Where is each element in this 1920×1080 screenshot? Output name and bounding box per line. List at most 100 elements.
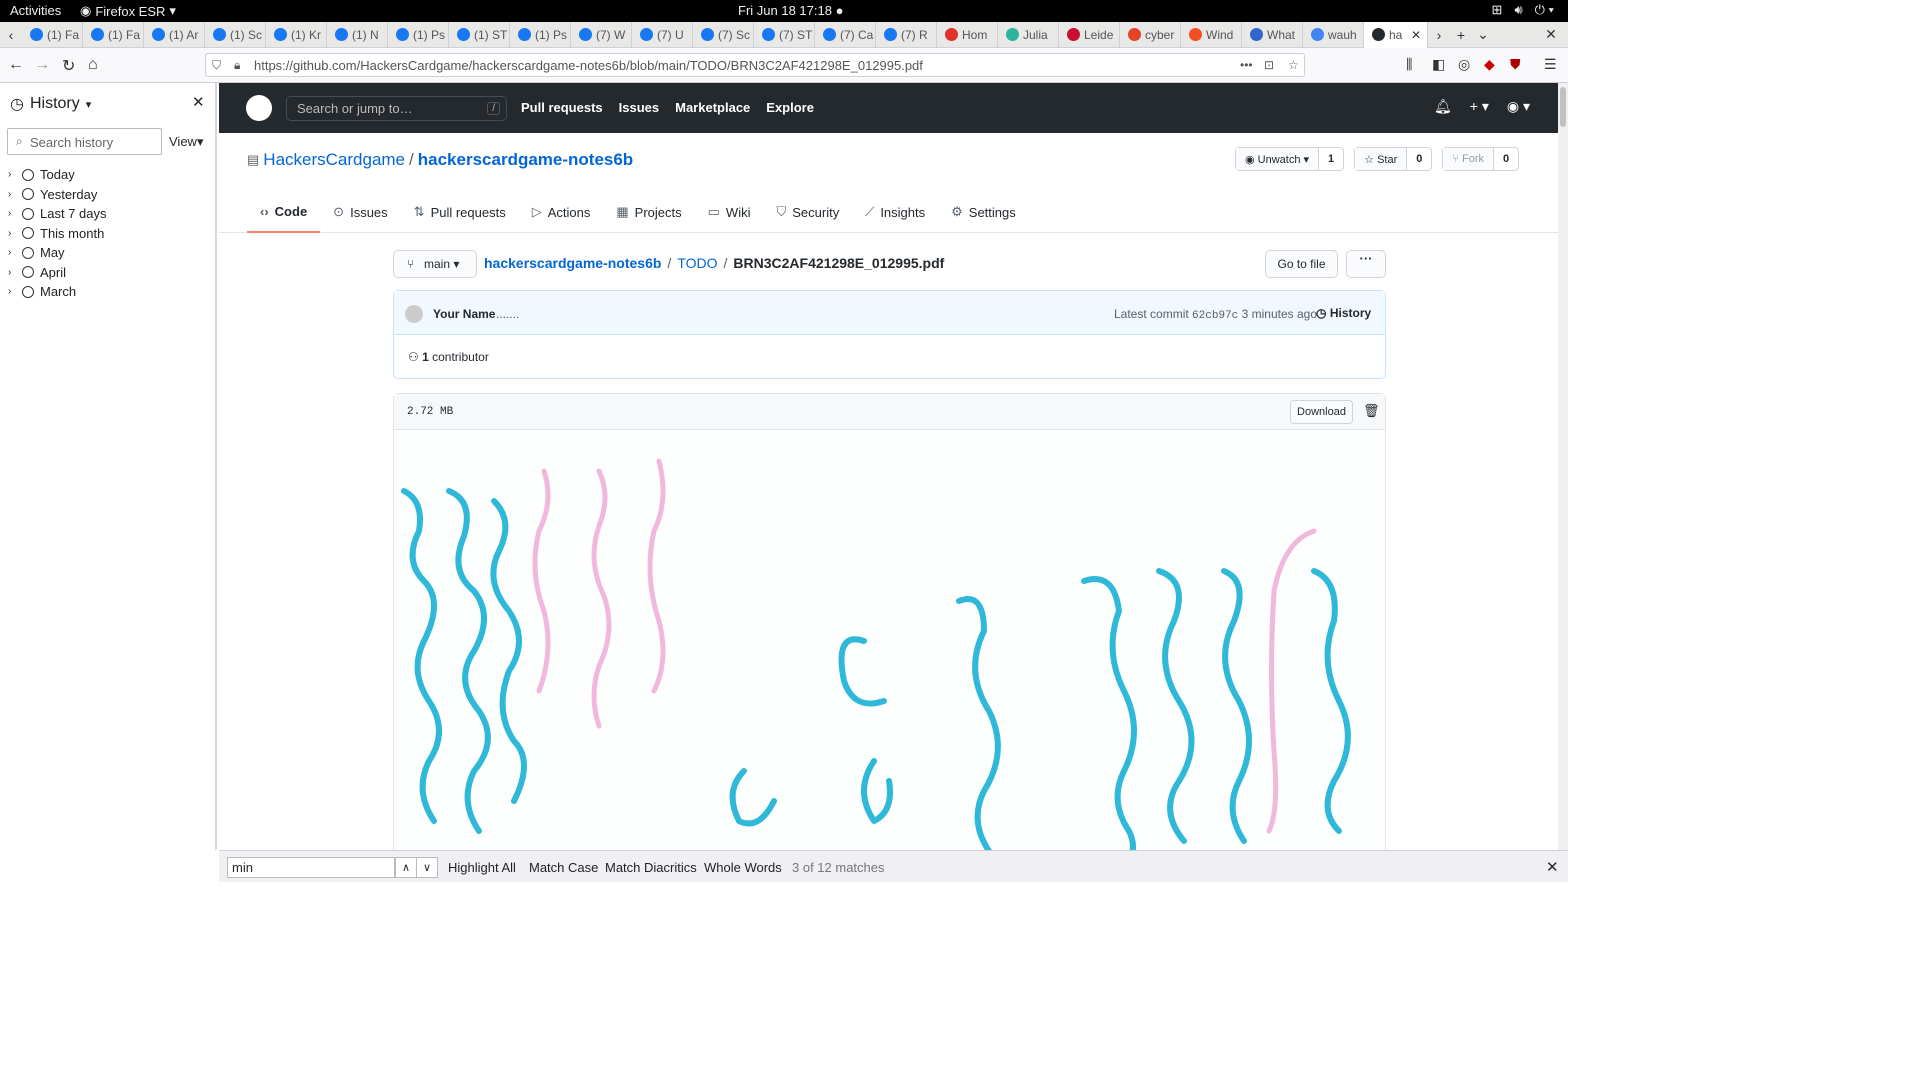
scrollbar-thumb[interactable] (1560, 87, 1566, 127)
download-button[interactable]: Download (1290, 400, 1353, 424)
clock[interactable]: Fri Jun 18 17:18 ● (738, 3, 843, 18)
tab-settings[interactable]: ⚙ Settings (938, 191, 1029, 233)
browser-tab[interactable]: (7) R (876, 21, 937, 48)
history-group-item[interactable]: › This month (8, 224, 107, 244)
window-close-button[interactable]: ✕ (1540, 22, 1562, 48)
browser-tab[interactable]: Julia (998, 21, 1059, 48)
ublock-icon[interactable]: ⛊ (1510, 56, 1521, 73)
extension-icon[interactable]: ◆ (1484, 56, 1495, 73)
new-tab-button[interactable]: + (1450, 22, 1472, 48)
tab-projects[interactable]: ▦ Projects (603, 191, 694, 233)
browser-tab[interactable]: Wind (1181, 21, 1242, 48)
github-nav-link[interactable]: Pull requests (521, 100, 603, 115)
forward-button[interactable]: → (34, 56, 50, 74)
view-menu-button[interactable]: View▾ (169, 134, 203, 150)
watch-button[interactable]: ◉ Unwatch ▾ 1 (1235, 147, 1345, 171)
browser-tab[interactable]: (1) Kr (266, 21, 327, 48)
browser-tab[interactable]: (7) Ca (815, 21, 876, 48)
sidebar-switcher[interactable]: ◷ History ▾ (10, 94, 91, 114)
repo-name-link[interactable]: hackerscardgame-notes6b (418, 150, 633, 170)
more-options-button[interactable]: ··· (1346, 250, 1386, 278)
star-count[interactable]: 0 (1407, 148, 1431, 170)
breadcrumb-folder-link[interactable]: TODO (677, 255, 717, 271)
browser-tab[interactable]: (1) N (327, 21, 388, 48)
history-link[interactable]: ◷ History (1316, 306, 1371, 320)
browser-tab[interactable]: (1) Ps (388, 21, 449, 48)
whole-words-toggle[interactable]: Whole Words (704, 860, 782, 875)
scroll-tabs-right-button[interactable]: › (1428, 22, 1450, 48)
browser-tab[interactable]: (1) Fa (22, 21, 83, 48)
browser-tab[interactable]: Hom (937, 21, 998, 48)
match-diacritics-toggle[interactable]: Match Diacritics (605, 860, 697, 875)
account-icon[interactable]: ◎ (1458, 56, 1470, 73)
branch-selector-button[interactable]: ⑂ main ▾ (393, 250, 477, 278)
github-nav-link[interactable]: Marketplace (675, 100, 750, 115)
sidebar-toggle-icon[interactable]: ◧ (1432, 56, 1445, 73)
menu-icon[interactable]: ☰ (1544, 56, 1557, 73)
reload-button[interactable]: ↻ (62, 56, 75, 76)
tab-actions[interactable]: ▷ Actions (519, 191, 604, 233)
highlight-all-toggle[interactable]: Highlight All (448, 860, 516, 875)
browser-tab[interactable]: (7) Sc (693, 21, 754, 48)
close-find-bar-icon[interactable]: ✕ (1546, 858, 1559, 876)
browser-tab[interactable]: (1) ST (449, 21, 510, 48)
avatar[interactable] (405, 305, 423, 323)
history-group-item[interactable]: › May (8, 243, 107, 263)
trash-icon[interactable]: 🗑︎ (1363, 403, 1380, 419)
breadcrumb-repo-link[interactable]: hackerscardgame-notes6b (484, 255, 661, 271)
notifications-bell-icon[interactable]: 🔔︎ (1434, 98, 1452, 115)
list-all-tabs-button[interactable]: ⌄ (1472, 22, 1494, 48)
system-tray[interactable]: ⊞ 🔊︎ ⏻ ▾ (1492, 2, 1554, 18)
library-icon[interactable]: ⫼ (1406, 56, 1412, 73)
page-scrollbar[interactable] (1558, 83, 1568, 850)
browser-tab[interactable]: (1) Fa (83, 21, 144, 48)
browser-tab[interactable]: wauh (1303, 21, 1364, 48)
history-group-item[interactable]: › Yesterday (8, 185, 107, 205)
close-tab-icon[interactable]: ✕ (1411, 28, 1421, 42)
tab-code[interactable]: ‹› Code (247, 191, 321, 233)
activities-button[interactable]: Activities (10, 3, 61, 18)
github-nav-link[interactable]: Issues (619, 100, 659, 115)
history-search-input[interactable]: ⌕ Search history (7, 128, 162, 155)
scroll-tabs-left-button[interactable]: ‹ (0, 22, 22, 48)
commit-author[interactable]: Your Name (433, 307, 495, 321)
history-group-item[interactable]: › April (8, 263, 107, 283)
history-group-item[interactable]: › March (8, 282, 107, 302)
fork-button[interactable]: ⑂ Fork 0 (1442, 147, 1520, 171)
lock-icon[interactable]: 🔒︎ (234, 58, 240, 73)
tab-issues[interactable]: ⊙ Issues (320, 191, 400, 233)
close-sidebar-icon[interactable]: ✕ (192, 93, 205, 111)
github-nav-link[interactable]: Explore (766, 100, 814, 115)
history-group-item[interactable]: › Last 7 days (8, 204, 107, 224)
match-case-toggle[interactable]: Match Case (529, 860, 598, 875)
contributors-link[interactable]: ⚇ 1 contributor (408, 350, 489, 364)
repo-owner-link[interactable]: HackersCardgame (263, 150, 405, 170)
history-group-item[interactable]: › Today (8, 165, 107, 185)
commit-message[interactable]: ....... (496, 307, 519, 321)
browser-tab[interactable]: (7) U (632, 21, 693, 48)
url-bar[interactable]: ⛉ 🔒︎ https://github.com/HackersCardgame/… (205, 53, 1305, 77)
page-actions-icon[interactable]: ••• (1240, 58, 1253, 72)
browser-tab[interactable]: (1) Sc (205, 21, 266, 48)
browser-tab[interactable]: (7) ST (754, 21, 815, 48)
user-avatar-menu[interactable]: ◉ ▾ (1507, 98, 1530, 115)
tab-pull-requests[interactable]: ⇅ Pull requests (401, 191, 519, 233)
go-to-file-button[interactable]: Go to file (1265, 250, 1338, 278)
fork-count[interactable]: 0 (1494, 148, 1518, 170)
back-button[interactable]: ← (8, 56, 24, 74)
browser-tab[interactable]: (1) Ps (510, 21, 571, 48)
commit-hash-link[interactable]: 62cb97c (1192, 310, 1238, 322)
browser-tab[interactable]: Leide (1059, 21, 1120, 48)
pocket-icon[interactable]: ⊡ (1264, 58, 1274, 72)
find-previous-button[interactable]: ∧ (395, 857, 417, 878)
star-button[interactable]: ☆ Star 0 (1354, 147, 1433, 171)
home-button[interactable]: ⌂ (88, 56, 98, 74)
bookmark-star-icon[interactable]: ☆ (1288, 58, 1299, 72)
app-menu[interactable]: ◉ Firefox ESR ▾ (80, 3, 176, 19)
browser-tab[interactable]: ha ✕ (1364, 21, 1428, 48)
tab-wiki[interactable]: ▭ Wiki (695, 191, 764, 233)
find-next-button[interactable]: ∨ (416, 857, 438, 878)
watch-count[interactable]: 1 (1319, 148, 1343, 170)
pdf-preview[interactable] (394, 431, 1385, 850)
create-new-button[interactable]: + ▾ (1470, 98, 1489, 115)
